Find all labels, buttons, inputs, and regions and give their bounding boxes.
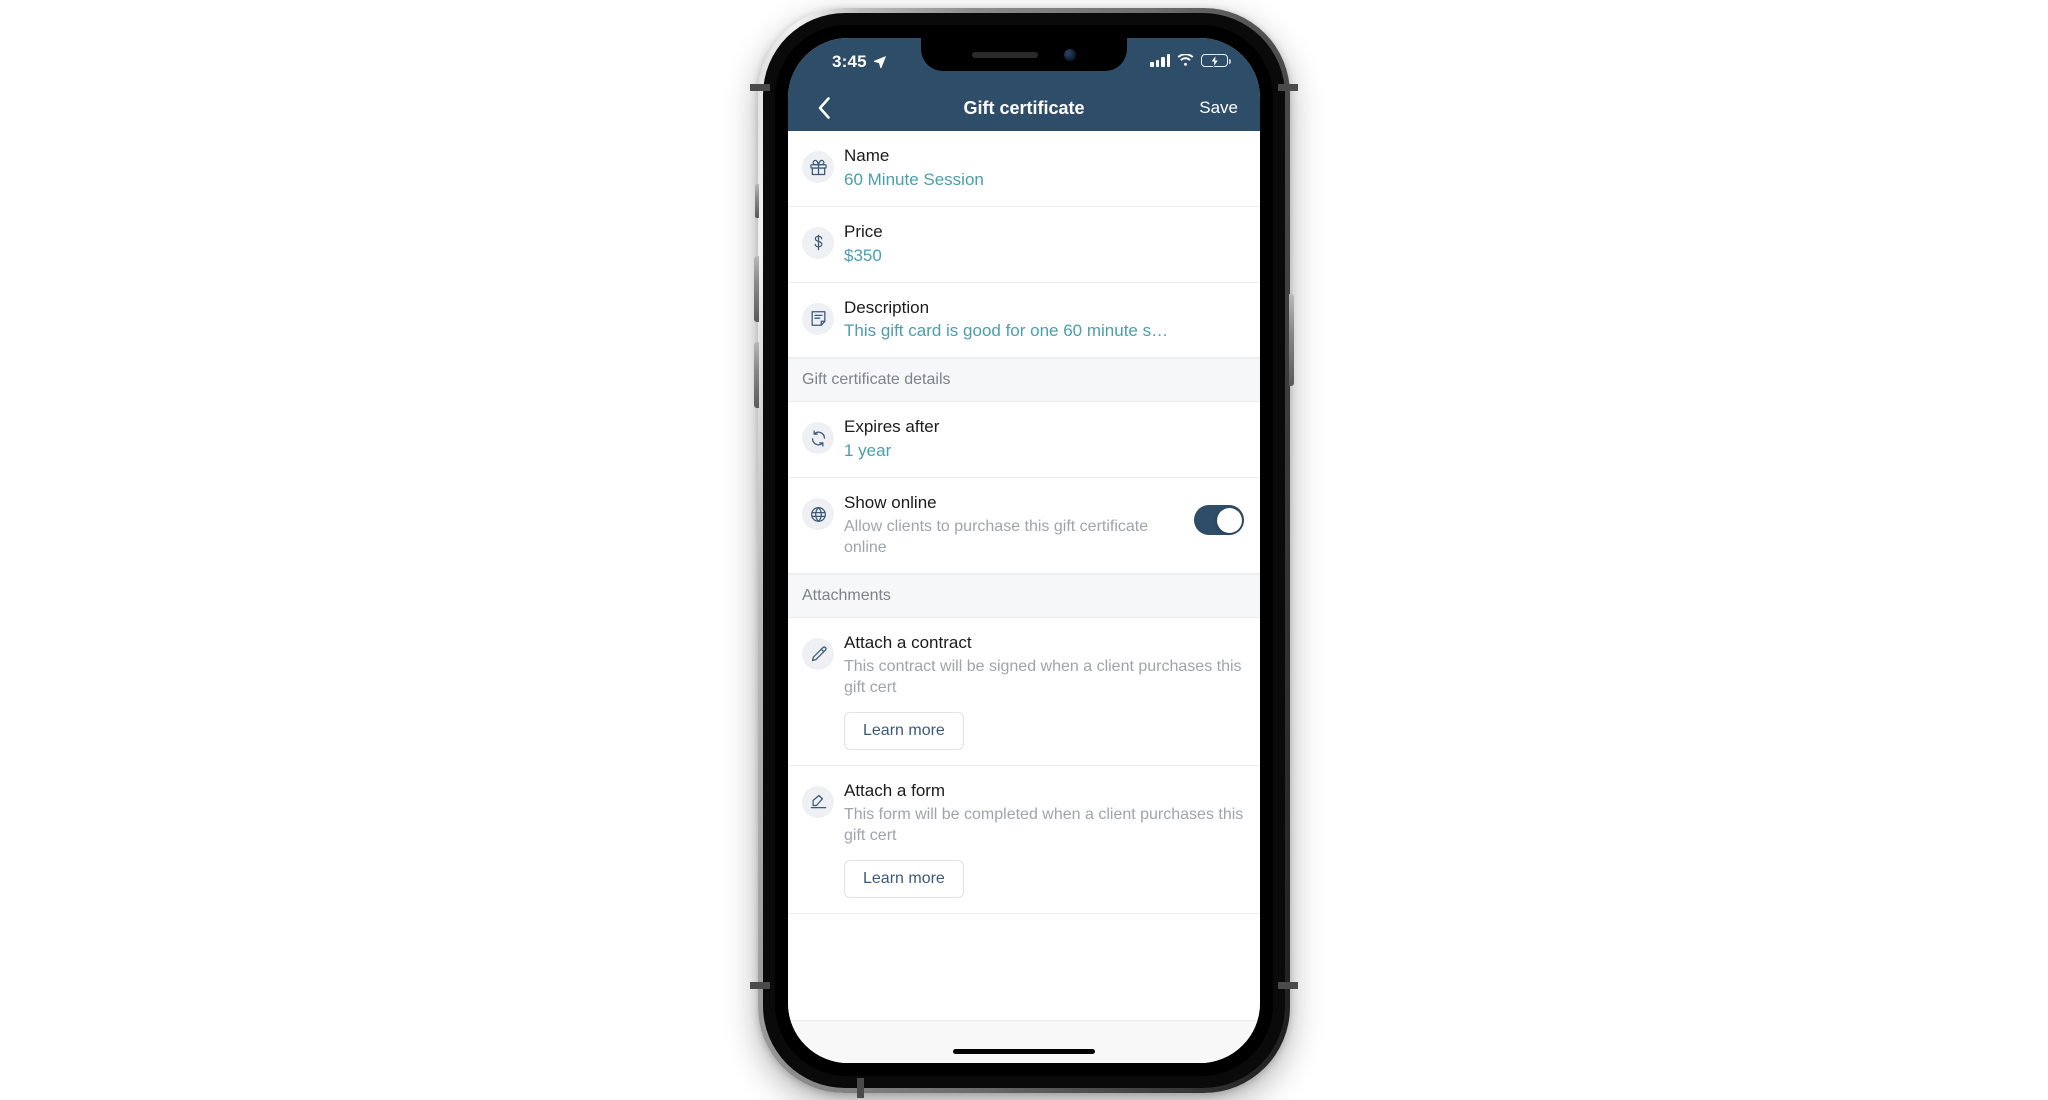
device-midframe: 3:45 Gift certificate Save Name 60 Minut… [763,13,1285,1088]
row-description[interactable]: Description This gift card is good for o… [788,282,1260,359]
refresh-cycle-icon [802,422,834,455]
row-price[interactable]: Price $350 [788,206,1260,283]
row-name-body: Name 60 Minute Session [844,146,1244,191]
location-arrow-icon [873,56,886,69]
row-attach-contract-body: Attach a contract This contract will be … [844,633,1244,751]
row-attach-form-label: Attach a form [844,781,946,801]
row-show-online-sub: Allow clients to purchase this gift cert… [844,518,1149,557]
section-header-attachments: Attachments [788,574,1260,619]
home-indicator-bar[interactable] [953,1049,1095,1054]
learn-more-button-contract[interactable]: Learn more [844,712,964,751]
status-bar-indicators [1150,53,1231,68]
row-show-online-label: Show online [844,493,937,513]
gift-icon [802,151,834,183]
wifi-icon [1177,54,1194,66]
row-price-value: $350 [844,245,882,265]
row-expires-after-value: 1 year [844,441,892,461]
row-attach-contract[interactable]: Attach a contract This contract will be … [788,618,1260,767]
row-attach-contract-label: Attach a contract [844,633,972,653]
chevron-left-icon [818,97,830,119]
crop-mark-right-bottom [1278,982,1298,989]
row-expires-after[interactable]: Expires after 1 year [788,402,1260,479]
row-show-online[interactable]: Show online Allow clients to purchase th… [788,478,1260,575]
form-edit-icon [802,786,834,819]
device-notch [921,38,1127,71]
row-name-value: 60 Minute Session [844,169,984,189]
volume-down-button[interactable] [754,342,759,408]
row-attach-contract-sub: This contract will be signed when a clie… [844,658,1242,697]
status-bar-time-group: 3:45 [832,52,887,72]
status-time-label: 3:45 [832,52,867,71]
row-description-body: Description This gift card is good for o… [844,298,1244,343]
settings-list: Name 60 Minute Session Price $350 Descri… [788,131,1260,1063]
row-show-online-body: Show online Allow clients to purchase th… [844,493,1186,558]
row-attach-form-sub: This form will be completed when a clien… [844,805,1244,845]
globe-icon [802,498,834,531]
page-title: Gift certificate [963,97,1085,118]
row-price-label: Price [844,221,883,241]
cellular-signal-icon [1150,54,1170,67]
charging-bolt-icon [1209,53,1219,68]
row-name[interactable]: Name 60 Minute Session [788,131,1260,207]
show-online-toggle[interactable] [1194,505,1244,536]
front-camera-icon [1064,48,1076,61]
row-name-label: Name [844,146,890,165]
crop-mark-right-top [1278,84,1298,91]
row-expires-after-body: Expires after 1 year [844,417,1244,462]
volume-up-button[interactable] [754,256,759,322]
phone-device-frame: 3:45 Gift certificate Save Name 60 Minut… [754,8,1294,1093]
phone-screen: 3:45 Gift certificate Save Name 60 Minut… [788,38,1260,1063]
row-description-value: This gift card is good for one 60 minute… [844,321,1169,341]
pen-signature-icon [802,638,834,671]
row-attach-form[interactable]: Attach a form This form will be complete… [788,766,1260,915]
silent-switch-button[interactable] [755,184,759,218]
power-button[interactable] [1289,294,1294,386]
row-description-label: Description [844,297,930,317]
save-button[interactable]: Save [1199,98,1238,118]
row-expires-after-label: Expires after [844,417,940,437]
crop-mark-bottom-mid [857,1078,864,1098]
device-bezel: 3:45 Gift certificate Save Name 60 Minut… [775,25,1273,1076]
crop-mark-left-bottom [750,982,770,989]
battery-charging-icon [1201,53,1231,68]
earpiece-speaker-icon [972,51,1038,58]
section-header-details: Gift certificate details [788,358,1260,403]
note-document-icon [802,302,834,335]
back-button[interactable] [802,86,846,130]
navigation-bar: Gift certificate Save [788,85,1260,131]
crop-mark-left-top [750,84,770,91]
dollar-sign-icon [802,226,834,259]
learn-more-button-form[interactable]: Learn more [844,860,964,899]
row-attach-form-body: Attach a form This form will be complete… [844,781,1244,899]
home-indicator-area [788,1020,1260,1063]
row-price-body: Price $350 [844,222,1244,267]
toggle-knob [1216,507,1242,533]
